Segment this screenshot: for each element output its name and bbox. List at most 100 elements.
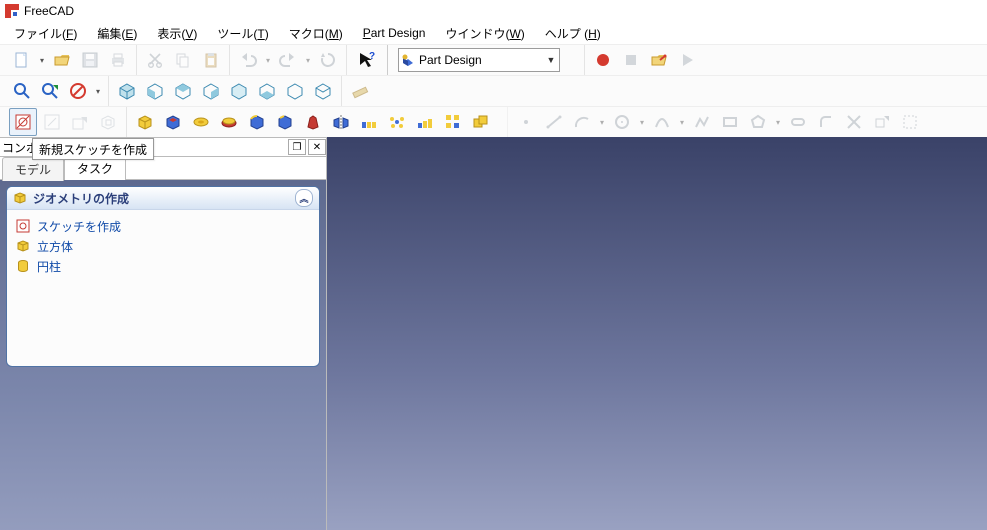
tab-model[interactable]: モデル xyxy=(2,157,64,181)
pd-pad-button[interactable] xyxy=(132,109,158,135)
sk-conic-dropdown[interactable]: ▾ xyxy=(676,118,688,127)
create-sketch-button[interactable] xyxy=(9,108,37,136)
view-rear-button[interactable] xyxy=(226,78,252,104)
zoom-selection-button[interactable] xyxy=(37,78,63,104)
task-header[interactable]: ジオメトリの作成 ︽ xyxy=(7,187,319,210)
pd-revolve-button[interactable] xyxy=(188,109,214,135)
svg-text:?: ? xyxy=(369,51,375,62)
menu-file[interactable]: ファイル(F) xyxy=(4,22,87,45)
task-create-sketch[interactable]: スケッチを作成 xyxy=(15,216,311,236)
menu-view[interactable]: 表示(V) xyxy=(147,22,207,45)
save-button[interactable] xyxy=(77,47,103,73)
whats-this-button[interactable]: ? xyxy=(352,47,382,73)
title-bar: FreeCAD xyxy=(0,0,987,22)
paste-button[interactable] xyxy=(198,47,224,73)
dock-close-button[interactable]: ✕ xyxy=(308,139,326,155)
zoom-fit-button[interactable] xyxy=(9,78,35,104)
client-area: コンボ 新規スケッチを作成 ❐ ✕ モデル タスク ジオメトリの作成 ︽ xyxy=(0,137,987,530)
pd-mirror-button[interactable] xyxy=(328,109,354,135)
view-axo-button[interactable] xyxy=(310,78,336,104)
pd-boolean-button[interactable] xyxy=(468,109,494,135)
view-front-button[interactable] xyxy=(142,78,168,104)
copy-button[interactable] xyxy=(170,47,196,73)
open-file-button[interactable] xyxy=(49,47,75,73)
map-sketch-button[interactable] xyxy=(95,109,121,135)
macro-run-button[interactable] xyxy=(674,47,700,73)
collapse-icon[interactable]: ︽ xyxy=(295,189,313,207)
toolbar-help-group: ? xyxy=(346,45,387,75)
macro-stop-button[interactable] xyxy=(618,47,644,73)
redo-dropdown[interactable]: ▾ xyxy=(302,56,314,65)
new-file-dropdown[interactable]: ▾ xyxy=(36,56,48,65)
sk-slot-button[interactable] xyxy=(785,109,811,135)
new-file-button[interactable] xyxy=(9,47,35,73)
menu-edit[interactable]: 編集(E) xyxy=(87,22,147,45)
sk-polygon-dropdown[interactable]: ▾ xyxy=(772,118,784,127)
workbench-label: Part Design xyxy=(417,53,543,67)
edit-sketch-button[interactable] xyxy=(39,109,65,135)
undo-dropdown[interactable]: ▾ xyxy=(262,56,274,65)
sk-rect-button[interactable] xyxy=(717,109,743,135)
toolbar-measure-group xyxy=(341,76,378,106)
sk-fillet-button[interactable] xyxy=(813,109,839,135)
sk-arc-button[interactable] xyxy=(569,109,595,135)
toolbar-macro-group xyxy=(584,45,705,75)
pd-chamfer-button[interactable] xyxy=(272,109,298,135)
draw-style-dropdown[interactable]: ▾ xyxy=(92,87,104,96)
macro-record-button[interactable] xyxy=(590,47,616,73)
cut-button[interactable] xyxy=(142,47,168,73)
menu-macro[interactable]: マクロ(M) xyxy=(279,22,353,45)
measure-button[interactable] xyxy=(347,78,373,104)
menu-window[interactable]: ウインドウ(W) xyxy=(435,22,534,45)
toolbar-sketch-group xyxy=(4,107,126,137)
sk-circle-dropdown[interactable]: ▾ xyxy=(636,118,648,127)
menu-partdesign[interactable]: Part Design xyxy=(353,23,436,43)
sk-trim-button[interactable] xyxy=(841,109,867,135)
task-create-box[interactable]: 立方体 xyxy=(15,236,311,256)
toolbar-partdesign-group xyxy=(126,107,499,137)
pd-pocket-button[interactable] xyxy=(160,109,186,135)
view-left-button[interactable] xyxy=(282,78,308,104)
box-icon xyxy=(15,238,31,254)
redo-button[interactable] xyxy=(275,47,301,73)
menu-tools[interactable]: ツール(T) xyxy=(207,22,278,45)
toolbar-file-group: ▾ xyxy=(4,45,136,75)
sk-external-button[interactable] xyxy=(869,109,895,135)
view-iso-button[interactable] xyxy=(114,78,140,104)
sk-construction-button[interactable] xyxy=(897,109,923,135)
dock-float-button[interactable]: ❐ xyxy=(288,139,306,155)
macro-list-button[interactable] xyxy=(646,47,672,73)
dock-titlebar[interactable]: コンボ 新規スケッチを作成 ❐ ✕ xyxy=(0,137,326,157)
3d-viewport[interactable] xyxy=(327,137,987,530)
draw-style-button[interactable] xyxy=(65,78,91,104)
toolbar-sketcher-group: ▾ ▾ ▾ ▾ xyxy=(507,107,928,137)
sk-polygon-button[interactable] xyxy=(745,109,771,135)
pd-draft-button[interactable] xyxy=(300,109,326,135)
print-button[interactable] xyxy=(105,47,131,73)
task-items: スケッチを作成 立方体 円柱 xyxy=(7,210,319,366)
workbench-selector[interactable]: Part Design ▼ xyxy=(398,48,560,72)
pd-groove-button[interactable] xyxy=(216,109,242,135)
leave-sketch-button[interactable] xyxy=(67,109,93,135)
task-create-cylinder[interactable]: 円柱 xyxy=(15,256,311,276)
pd-scaled-button[interactable] xyxy=(412,109,438,135)
pd-fillet-button[interactable] xyxy=(244,109,270,135)
sk-arc-dropdown[interactable]: ▾ xyxy=(596,118,608,127)
menu-help[interactable]: ヘルプ (H) xyxy=(535,22,611,45)
toolbar-view-nav-group: ▾ xyxy=(4,76,108,106)
task-area: ジオメトリの作成 ︽ スケッチを作成 立方体 xyxy=(0,180,326,530)
view-right-button[interactable] xyxy=(198,78,224,104)
pd-polar-pattern-button[interactable] xyxy=(384,109,410,135)
sk-point-button[interactable] xyxy=(513,109,539,135)
sk-polyline-button[interactable] xyxy=(689,109,715,135)
pd-linear-pattern-button[interactable] xyxy=(356,109,382,135)
view-bottom-button[interactable] xyxy=(254,78,280,104)
undo-button[interactable] xyxy=(235,47,261,73)
pd-multitransform-button[interactable] xyxy=(440,109,466,135)
toolbar-views-group xyxy=(108,76,341,106)
sk-circle-button[interactable] xyxy=(609,109,635,135)
sk-conic-button[interactable] xyxy=(649,109,675,135)
refresh-button[interactable] xyxy=(315,47,341,73)
sk-line-button[interactable] xyxy=(541,109,567,135)
view-top-button[interactable] xyxy=(170,78,196,104)
